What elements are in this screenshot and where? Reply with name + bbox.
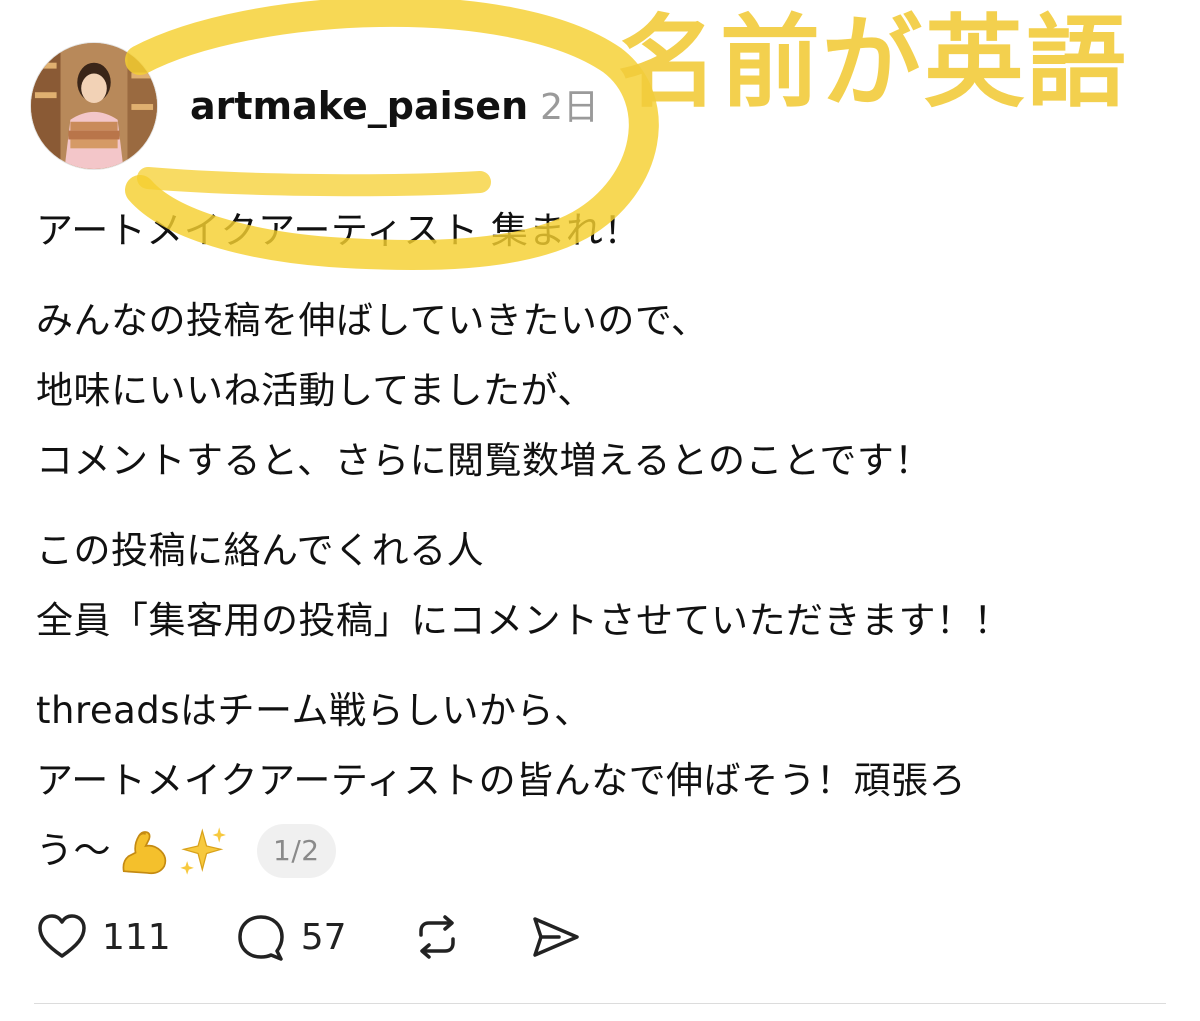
text-line: う〜 1/2 <box>36 816 1166 886</box>
text-line: みんなの投稿を伸ばしていきたいので、 <box>36 299 709 342</box>
reply-button[interactable]: 57 <box>233 909 347 965</box>
like-count: 111 <box>102 916 171 958</box>
thread-page-indicator: 1/2 <box>257 824 336 878</box>
like-button[interactable]: 111 <box>34 909 171 965</box>
profile-photo <box>31 43 157 169</box>
divider <box>34 1003 1166 1004</box>
text-line: この投稿に絡んでくれる人 <box>36 529 485 572</box>
username[interactable]: artmake_paisen <box>190 84 528 128</box>
reply-count: 57 <box>300 916 347 958</box>
text-line: コメントすると、さらに閲覧数増えるとのことです！ <box>36 439 932 482</box>
annotation-label: 名前が英語 <box>618 4 1128 121</box>
action-bar: 111 57 <box>34 906 645 968</box>
heart-icon <box>38 914 86 958</box>
share-icon <box>532 917 579 957</box>
text-line: threadsはチーム戦らしいから、 <box>36 689 592 732</box>
share-button[interactable] <box>527 909 583 965</box>
paragraph: アートメイクアーティスト 集まれ！ <box>36 196 1166 266</box>
text-line: 地味にいいね活動してましたが、 <box>36 369 595 412</box>
text-line: アートメイクアーティストの皆んなで伸ばそう！頑張ろ <box>36 759 967 802</box>
sparkles-icon <box>180 827 226 875</box>
text-line: アートメイクアーティスト 集まれ！ <box>36 209 641 252</box>
text-line: 全員「集客用の投稿」にコメントさせていただきます！！ <box>36 599 1011 642</box>
text-fragment: う〜 <box>36 829 111 872</box>
repost-button[interactable] <box>409 909 465 965</box>
comment-icon <box>237 915 284 961</box>
paragraph: この投稿に絡んでくれる人 全員「集客用の投稿」にコメントさせていただきます！！ <box>36 516 1166 656</box>
paragraph: みんなの投稿を伸ばしていきたいので、 地味にいいね活動してましたが、 コメントす… <box>36 286 1166 496</box>
post-header: artmake_paisen 2日 <box>190 78 599 138</box>
timestamp: 2日 <box>540 87 600 128</box>
repost-icon <box>418 915 455 959</box>
post-text: アートメイクアーティスト 集まれ！ みんなの投稿を伸ばしていきたいので、 地味に… <box>36 196 1166 906</box>
avatar[interactable] <box>30 42 158 170</box>
flexed-biceps-icon <box>122 831 167 875</box>
paragraph: threadsはチーム戦らしいから、 アートメイクアーティストの皆んなで伸ばそう… <box>36 676 1166 886</box>
